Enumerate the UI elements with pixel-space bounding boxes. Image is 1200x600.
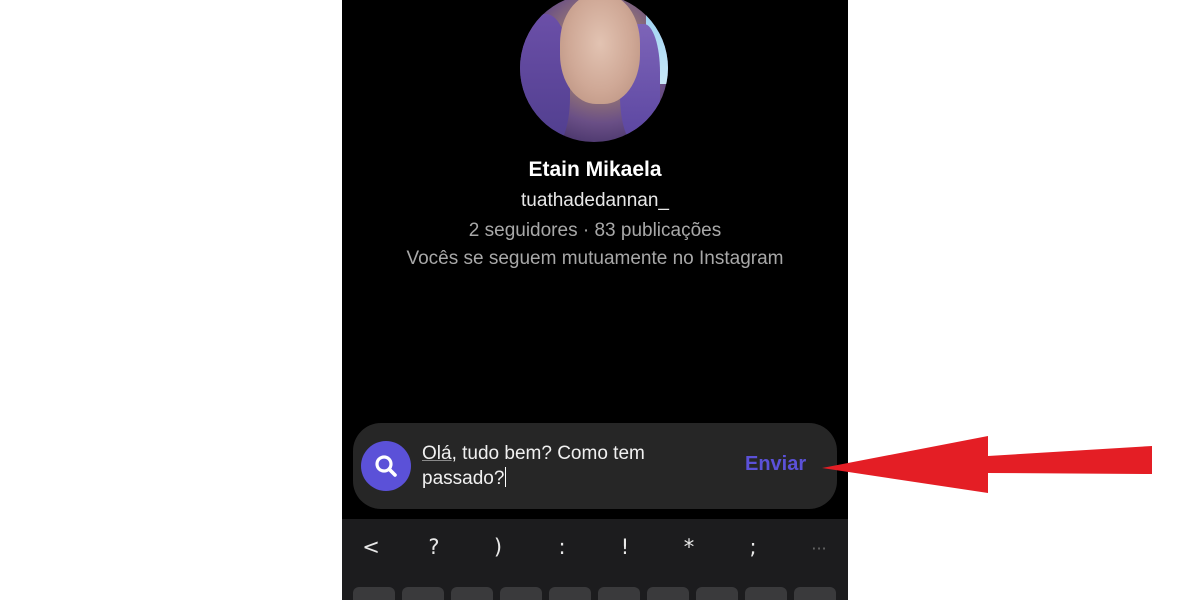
keyboard-key[interactable] [549,587,591,600]
more-icon[interactable]: ··· [804,539,834,558]
keyboard-key[interactable] [451,587,493,600]
keyboard-key-row [342,577,848,600]
keyboard-key[interactable] [353,587,395,600]
phone-screen: Etain Mikaela tuathadedannan_ 2 seguidor… [342,0,848,600]
search-icon[interactable] [361,441,411,491]
profile-username: tuathadedannan_ [521,190,669,211]
keyboard-key-colon[interactable]: : [547,535,577,559]
magnifier-glyph [375,455,397,477]
keyboard-key[interactable] [647,587,689,600]
keyboard-toolbar: < ? ) : ! * ; ··· [342,519,848,577]
send-button[interactable]: Enviar [745,453,806,476]
profile-name: Etain Mikaela [528,158,662,181]
keyboard-key[interactable] [745,587,787,600]
text-caret [505,467,507,487]
profile-stats: 2 seguidores · 83 publicações [468,220,722,241]
avatar-face [560,0,640,104]
message-text: , tudo bem? Como tem passado? [422,443,645,489]
annotation-arrow-icon [822,436,1152,493]
message-input[interactable]: Olá, tudo bem? Como tem passado? [422,441,722,491]
keyboard-key-asterisk[interactable]: * [674,535,704,559]
keyboard-key-paren[interactable]: ) [483,535,513,559]
profile-avatar[interactable] [520,0,668,142]
mutual-follow-note: Vocês se seguem mutuamente no Instagram [406,248,784,269]
keyboard-key-question[interactable]: ? [419,535,449,559]
keyboard-key[interactable] [598,587,640,600]
keyboard-key[interactable] [696,587,738,600]
message-composer: Olá, tudo bem? Como tem passado? Enviar [353,423,837,509]
keyboard-key-exclamation[interactable]: ! [610,535,640,559]
keyboard-key[interactable] [794,587,836,600]
keyboard-key[interactable] [402,587,444,600]
keyboard-key[interactable] [500,587,542,600]
keyboard-key-semicolon[interactable]: ; [738,535,768,559]
autocorrect-word: Olá [422,443,452,464]
keyboard-back-key[interactable]: < [356,535,386,559]
